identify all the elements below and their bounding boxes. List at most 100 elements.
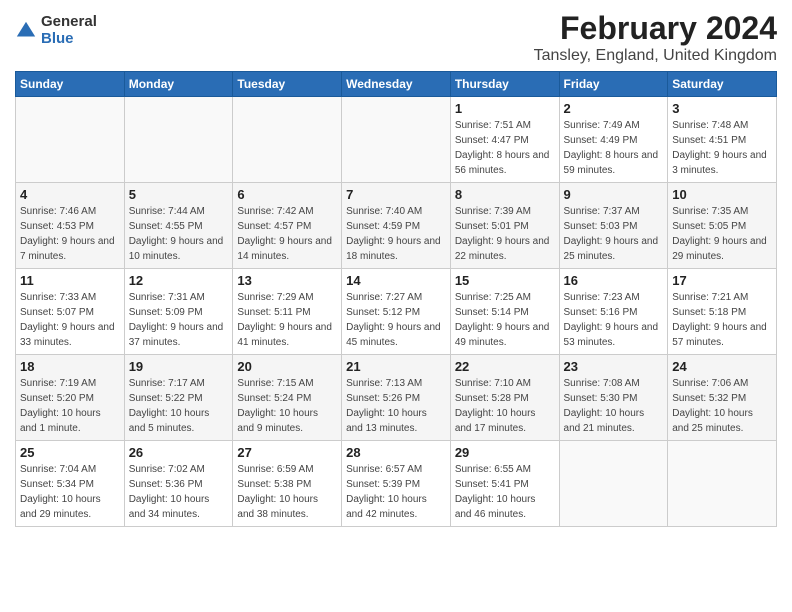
page-header: General Blue February 2024 Tansley, Engl…: [15, 10, 777, 65]
day-number: 13: [237, 273, 337, 288]
calendar-cell: 10 Sunrise: 7:35 AMSunset: 5:05 PMDayligh…: [668, 183, 777, 269]
subtitle: Tansley, England, United Kingdom: [534, 47, 777, 65]
day-detail: Sunrise: 7:21 AMSunset: 5:18 PMDaylight:…: [672, 290, 772, 350]
day-number: 18: [20, 359, 120, 374]
logo-general: General: [41, 14, 97, 31]
day-detail: Sunrise: 7:51 AMSunset: 4:47 PMDaylight:…: [455, 118, 555, 178]
calendar-cell: 24Sunrise: 7:06 AMSunset: 5:32 PMDayligh…: [668, 355, 777, 441]
day-number: 9: [564, 187, 664, 202]
day-number: 21: [346, 359, 446, 374]
calendar-cell: [342, 97, 451, 183]
logo-blue: Blue: [41, 31, 97, 48]
calendar-cell: 22 Sunrise: 7:10 AMSunset: 5:28 PMDayligh…: [450, 355, 559, 441]
calendar-cell: 16 Sunrise: 7:23 AMSunset: 5:16 PMDayligh…: [559, 269, 668, 355]
calendar-header-row: SundayMondayTuesdayWednesdayThursdayFrid…: [16, 72, 777, 97]
day-detail: Sunrise: 7:19 AMSunset: 5:20 PMDaylight:…: [20, 376, 120, 436]
day-number: 16: [564, 273, 664, 288]
day-detail: Sunrise: 7:31 AMSunset: 5:09 PMDaylight:…: [129, 290, 229, 350]
day-number: 29: [455, 445, 555, 460]
calendar-cell: 9 Sunrise: 7:37 AMSunset: 5:03 PMDaylight…: [559, 183, 668, 269]
calendar-cell: 27 Sunrise: 6:59 AMSunset: 5:38 PMDayligh…: [233, 441, 342, 527]
day-detail: Sunrise: 7:39 AMSunset: 5:01 PMDaylight:…: [455, 204, 555, 264]
day-number: 15: [455, 273, 555, 288]
day-number: 11: [20, 273, 120, 288]
calendar-cell: 29 Sunrise: 6:55 AMSunset: 5:41 PMDayligh…: [450, 441, 559, 527]
main-title: February 2024: [534, 10, 777, 47]
day-number: 20: [237, 359, 337, 374]
day-number: 28: [346, 445, 446, 460]
logo-icon: [15, 20, 37, 42]
day-detail: Sunrise: 7:37 AMSunset: 5:03 PMDaylight:…: [564, 204, 664, 264]
day-detail: Sunrise: 7:46 AMSunset: 4:53 PMDaylight:…: [20, 204, 120, 264]
calendar-cell: 26Sunrise: 7:02 AMSunset: 5:36 PMDayligh…: [124, 441, 233, 527]
calendar-cell: 20 Sunrise: 7:15 AMSunset: 5:24 PMDayligh…: [233, 355, 342, 441]
logo: General Blue: [15, 14, 97, 47]
calendar-week-row: 4 Sunrise: 7:46 AMSunset: 4:53 PMDaylight…: [16, 183, 777, 269]
day-number: 4: [20, 187, 120, 202]
day-number: 23: [564, 359, 664, 374]
day-number: 26: [129, 445, 229, 460]
calendar-cell: 19Sunrise: 7:17 AMSunset: 5:22 PMDayligh…: [124, 355, 233, 441]
day-number: 5: [129, 187, 229, 202]
logo-text: General Blue: [41, 14, 97, 47]
day-detail: Sunrise: 7:23 AMSunset: 5:16 PMDaylight:…: [564, 290, 664, 350]
day-detail: Sunrise: 7:49 AMSunset: 4:49 PMDaylight:…: [564, 118, 664, 178]
day-detail: Sunrise: 6:55 AMSunset: 5:41 PMDaylight:…: [455, 462, 555, 522]
day-number: 27: [237, 445, 337, 460]
calendar-cell: 18 Sunrise: 7:19 AMSunset: 5:20 PMDayligh…: [16, 355, 125, 441]
day-number: 10: [672, 187, 772, 202]
calendar-cell: [233, 97, 342, 183]
calendar-cell: [668, 441, 777, 527]
day-number: 8: [455, 187, 555, 202]
calendar-week-row: 1 Sunrise: 7:51 AMSunset: 4:47 PMDaylight…: [16, 97, 777, 183]
calendar-cell: 2Sunrise: 7:49 AMSunset: 4:49 PMDaylight…: [559, 97, 668, 183]
day-number: 7: [346, 187, 446, 202]
calendar-cell: 25 Sunrise: 7:04 AMSunset: 5:34 PMDayligh…: [16, 441, 125, 527]
day-number: 14: [346, 273, 446, 288]
day-detail: Sunrise: 7:35 AMSunset: 5:05 PMDaylight:…: [672, 204, 772, 264]
day-detail: Sunrise: 7:10 AMSunset: 5:28 PMDaylight:…: [455, 376, 555, 436]
calendar-cell: 12 Sunrise: 7:31 AMSunset: 5:09 PMDayligh…: [124, 269, 233, 355]
day-detail: Sunrise: 7:15 AMSunset: 5:24 PMDaylight:…: [237, 376, 337, 436]
calendar-cell: 28Sunrise: 6:57 AMSunset: 5:39 PMDayligh…: [342, 441, 451, 527]
day-detail: Sunrise: 7:17 AMSunset: 5:22 PMDaylight:…: [129, 376, 229, 436]
day-detail: Sunrise: 7:48 AMSunset: 4:51 PMDaylight:…: [672, 118, 772, 178]
calendar-week-row: 18 Sunrise: 7:19 AMSunset: 5:20 PMDayligh…: [16, 355, 777, 441]
calendar-cell: 15 Sunrise: 7:25 AMSunset: 5:14 PMDayligh…: [450, 269, 559, 355]
day-detail: Sunrise: 7:42 AMSunset: 4:57 PMDaylight:…: [237, 204, 337, 264]
day-detail: Sunrise: 7:29 AMSunset: 5:11 PMDaylight:…: [237, 290, 337, 350]
title-area: February 2024 Tansley, England, United K…: [534, 10, 777, 65]
day-detail: Sunrise: 7:33 AMSunset: 5:07 PMDaylight:…: [20, 290, 120, 350]
day-header-wednesday: Wednesday: [342, 72, 451, 97]
day-number: 12: [129, 273, 229, 288]
calendar-cell: 7 Sunrise: 7:40 AMSunset: 4:59 PMDaylight…: [342, 183, 451, 269]
day-number: 6: [237, 187, 337, 202]
day-number: 17: [672, 273, 772, 288]
day-detail: Sunrise: 7:25 AMSunset: 5:14 PMDaylight:…: [455, 290, 555, 350]
calendar-cell: [16, 97, 125, 183]
day-number: 24: [672, 359, 772, 374]
day-detail: Sunrise: 7:44 AMSunset: 4:55 PMDaylight:…: [129, 204, 229, 264]
day-number: 25: [20, 445, 120, 460]
calendar-cell: 23Sunrise: 7:08 AMSunset: 5:30 PMDayligh…: [559, 355, 668, 441]
day-detail: Sunrise: 7:27 AMSunset: 5:12 PMDaylight:…: [346, 290, 446, 350]
day-header-tuesday: Tuesday: [233, 72, 342, 97]
day-detail: Sunrise: 7:04 AMSunset: 5:34 PMDaylight:…: [20, 462, 120, 522]
day-number: 22: [455, 359, 555, 374]
calendar-cell: [124, 97, 233, 183]
day-header-friday: Friday: [559, 72, 668, 97]
calendar-cell: 17 Sunrise: 7:21 AMSunset: 5:18 PMDayligh…: [668, 269, 777, 355]
calendar-cell: 21Sunrise: 7:13 AMSunset: 5:26 PMDayligh…: [342, 355, 451, 441]
day-number: 3: [672, 101, 772, 116]
calendar-table: SundayMondayTuesdayWednesdayThursdayFrid…: [15, 71, 777, 527]
day-detail: Sunrise: 7:40 AMSunset: 4:59 PMDaylight:…: [346, 204, 446, 264]
day-header-monday: Monday: [124, 72, 233, 97]
day-number: 1: [455, 101, 555, 116]
calendar-cell: 14 Sunrise: 7:27 AMSunset: 5:12 PMDayligh…: [342, 269, 451, 355]
calendar-week-row: 25 Sunrise: 7:04 AMSunset: 5:34 PMDayligh…: [16, 441, 777, 527]
day-detail: Sunrise: 6:59 AMSunset: 5:38 PMDaylight:…: [237, 462, 337, 522]
calendar-cell: 4 Sunrise: 7:46 AMSunset: 4:53 PMDaylight…: [16, 183, 125, 269]
calendar-week-row: 11 Sunrise: 7:33 AMSunset: 5:07 PMDayligh…: [16, 269, 777, 355]
calendar-cell: 8 Sunrise: 7:39 AMSunset: 5:01 PMDaylight…: [450, 183, 559, 269]
calendar-cell: 1 Sunrise: 7:51 AMSunset: 4:47 PMDaylight…: [450, 97, 559, 183]
